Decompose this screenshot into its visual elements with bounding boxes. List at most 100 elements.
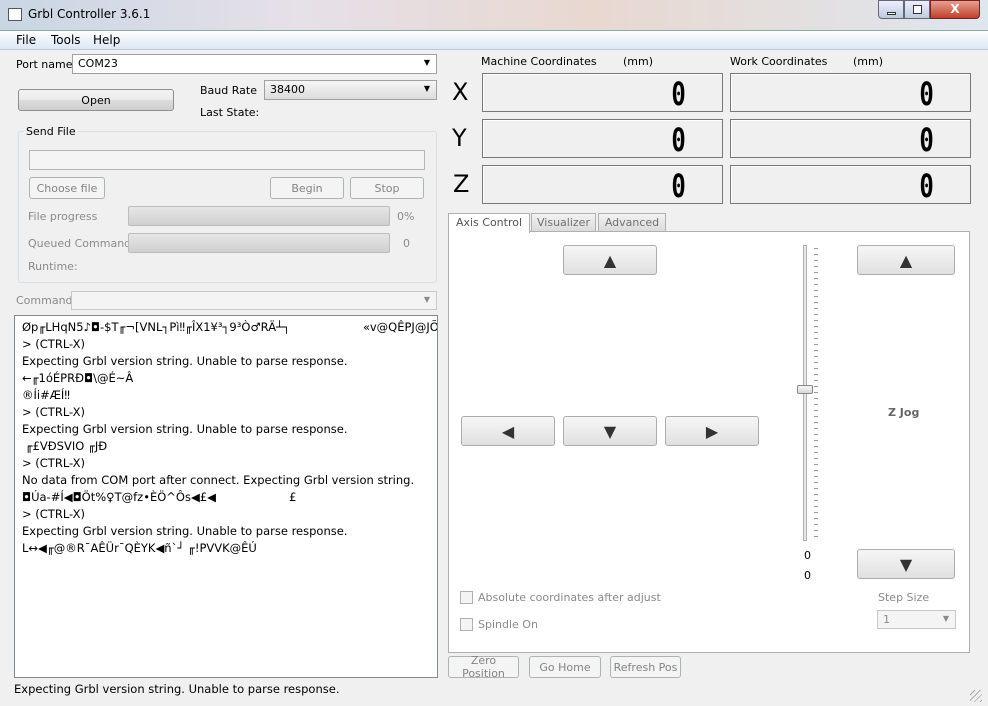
- tab-advanced[interactable]: Advanced: [598, 213, 666, 232]
- refresh-pos-button[interactable]: Refresh Pos: [610, 656, 681, 678]
- work-unit-label: (mm): [853, 55, 884, 68]
- step-size-label: Step Size: [878, 591, 930, 604]
- z-axis-label: Z: [453, 170, 470, 198]
- console-line: Expecting Grbl version string. Unable to…: [22, 422, 348, 436]
- spindle-on-checkbox[interactable]: [460, 618, 473, 631]
- work-z-display: 0: [730, 165, 971, 205]
- z-slider-max-value: 0: [804, 549, 811, 562]
- minimize-icon: [887, 12, 896, 15]
- command-input[interactable]: ▼: [71, 291, 437, 310]
- file-progress-bar: [128, 206, 390, 226]
- spindle-on-label: Spindle On: [478, 618, 538, 631]
- step-size-select[interactable]: 1 ▼: [877, 610, 956, 629]
- queued-commands-bar: [128, 233, 390, 253]
- work-x-display: 0: [730, 73, 971, 113]
- machine-z-value: 0: [671, 167, 686, 205]
- machine-x-value: 0: [671, 75, 686, 113]
- machine-y-value: 0: [671, 121, 686, 159]
- jog-y-minus-button[interactable]: ▼: [563, 416, 657, 446]
- port-name-select[interactable]: COM23 ▼: [72, 54, 437, 74]
- z-slider-handle[interactable]: [797, 385, 813, 394]
- baud-rate-label: Baud Rate: [200, 84, 257, 97]
- stop-button[interactable]: Stop: [350, 177, 424, 199]
- console-line: L↔◀╓@®R¯AÊÜr¯QÈYK◀ñ`┘ ╓!PVVK@ÊÚ: [22, 541, 257, 555]
- console-line: > (CTRL-X): [22, 456, 85, 470]
- console-line: > (CTRL-X): [22, 337, 85, 351]
- arrow-down-icon: ▼: [603, 421, 617, 441]
- jog-x-plus-button[interactable]: ▶: [665, 416, 759, 446]
- console-line: ╓£VÐSVIO ╓JÐ: [22, 439, 108, 453]
- z-slider-ticks: [814, 248, 818, 538]
- maximize-button[interactable]: [904, 0, 930, 19]
- absolute-coordinates-label: Absolute coordinates after adjust: [478, 591, 661, 604]
- maximize-icon: [913, 5, 922, 14]
- send-file-title: Send File: [24, 125, 78, 138]
- z-slider-min-value: 0: [804, 569, 811, 582]
- chevron-down-icon: ▼: [423, 58, 430, 67]
- work-coordinates-label: Work Coordinates: [730, 55, 828, 68]
- menu-bar: [0, 31, 988, 50]
- machine-coordinates-label: Machine Coordinates: [481, 55, 597, 68]
- console-line: ◘Úa-#Í◀◘Öt%♀T@fz•ÈÖ^Ôs◀£◀ £: [22, 490, 297, 504]
- jog-z-minus-button[interactable]: ▼: [857, 549, 955, 579]
- menu-help[interactable]: Help: [93, 33, 120, 47]
- work-y-display: 0: [730, 119, 971, 159]
- baud-rate-select[interactable]: 38400 ▼: [264, 80, 437, 100]
- port-value: COM23: [78, 57, 118, 70]
- chevron-down-icon: ▼: [423, 295, 430, 304]
- console-line: > (CTRL-X): [22, 507, 85, 521]
- go-home-button[interactable]: Go Home: [529, 656, 601, 678]
- arrow-up-icon: ▲: [603, 250, 617, 270]
- last-state-label: Last State:: [200, 106, 260, 119]
- resize-grip[interactable]: [970, 690, 982, 702]
- machine-y-display: 0: [482, 119, 723, 159]
- menu-tools[interactable]: Tools: [51, 33, 81, 47]
- window-title: Grbl Controller 3.6.1: [28, 7, 151, 21]
- console-line: ®Íi#ÆÍ‼: [22, 388, 70, 402]
- jog-x-minus-button[interactable]: ◀: [461, 416, 555, 446]
- console-line: > (CTRL-X): [22, 405, 85, 419]
- work-y-value: 0: [919, 121, 934, 159]
- step-size-value: 1: [883, 613, 890, 626]
- arrow-left-icon: ◀: [501, 421, 515, 441]
- machine-unit-label: (mm): [623, 55, 654, 68]
- console-line: Expecting Grbl version string. Unable to…: [22, 354, 348, 368]
- queued-commands-value: 0: [403, 237, 410, 250]
- file-path-field[interactable]: [29, 150, 425, 170]
- runtime-label: Runtime:: [28, 260, 78, 273]
- jog-y-plus-button[interactable]: ▲: [563, 245, 657, 275]
- minimize-button[interactable]: [878, 0, 904, 19]
- tab-visualizer[interactable]: Visualizer: [531, 213, 596, 232]
- zero-position-button[interactable]: Zero Position: [448, 654, 519, 680]
- y-axis-label: Y: [452, 124, 467, 152]
- status-bar-text: Expecting Grbl version string. Unable to…: [14, 682, 340, 696]
- x-axis-label: X: [452, 78, 469, 106]
- work-z-value: 0: [919, 167, 934, 205]
- choose-file-button[interactable]: Choose file: [29, 177, 105, 199]
- z-jog-label: Z Jog: [888, 406, 920, 419]
- close-button[interactable]: X: [930, 0, 980, 19]
- baud-value: 38400: [270, 83, 305, 96]
- file-progress-value: 0%: [397, 210, 415, 223]
- chevron-down-icon: ▼: [942, 614, 949, 623]
- machine-z-display: 0: [482, 165, 723, 205]
- menu-file[interactable]: File: [16, 33, 36, 47]
- absolute-coordinates-checkbox[interactable]: [460, 591, 473, 604]
- command-label: Command: [16, 294, 73, 307]
- tab-axis-control[interactable]: Axis Control: [448, 213, 530, 233]
- console-output[interactable]: Øp╓LHqN5♪◘-$T╓¬[VNL┐Pì‼╓ÎX1¥³┐9³Ò♂RÄ┴┐ «…: [14, 315, 438, 678]
- console-line: Expecting Grbl version string. Unable to…: [22, 524, 348, 538]
- console-line: Øp╓LHqN5♪◘-$T╓¬[VNL┐Pì‼╓ÎX1¥³┐9³Ò♂RÄ┴┐ «…: [22, 320, 438, 334]
- chevron-down-icon: ▼: [423, 84, 430, 93]
- work-x-value: 0: [919, 75, 934, 113]
- open-button[interactable]: Open: [18, 89, 174, 111]
- jog-z-plus-button[interactable]: ▲: [857, 245, 955, 275]
- port-name-label: Port name: [16, 58, 73, 71]
- queued-commands-label: Queued Commands: [28, 237, 137, 250]
- file-progress-label: File progress: [28, 210, 98, 223]
- begin-button[interactable]: Begin: [270, 177, 344, 199]
- arrow-up-icon: ▲: [899, 250, 913, 270]
- console-line: No data from COM port after connect. Exp…: [22, 473, 415, 487]
- machine-x-display: 0: [482, 73, 723, 113]
- arrow-right-icon: ▶: [705, 421, 719, 441]
